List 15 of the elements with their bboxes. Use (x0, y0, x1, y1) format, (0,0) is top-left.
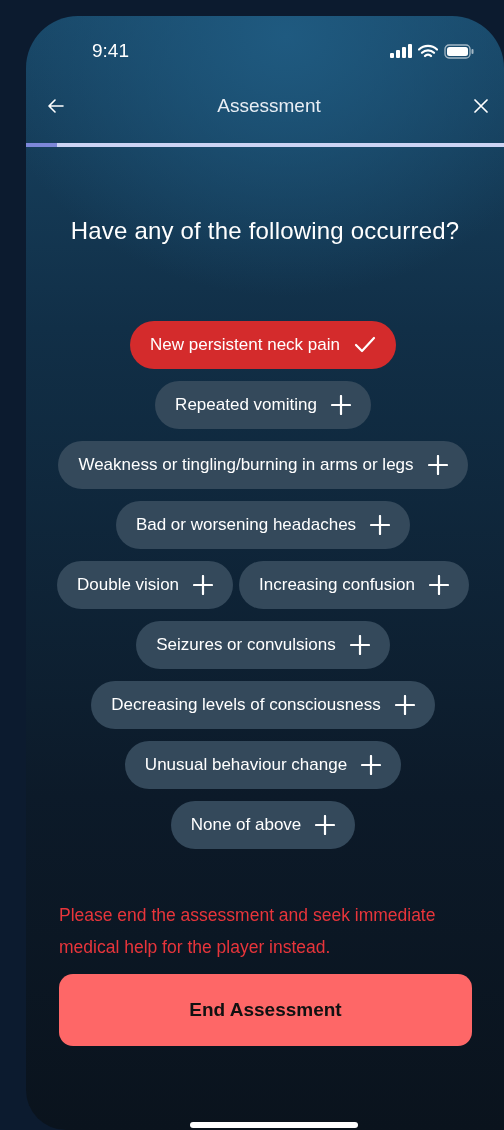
option-chip[interactable]: New persistent neck pain (130, 321, 396, 369)
screen-title: Assessment (217, 95, 321, 117)
option-chip[interactable]: Double vision (57, 561, 234, 609)
question-text: Have any of the following occurred? (69, 217, 461, 245)
option-chip[interactable]: None of above (170, 801, 356, 849)
option-chip[interactable]: Unusual behaviour change (124, 741, 402, 789)
option-chip[interactable]: Weakness or tingling/burning in arms or legs (58, 441, 468, 489)
option-chip[interactable]: Repeated vomiting (155, 381, 371, 429)
end-assessment-button[interactable]: End Assessment (59, 974, 472, 1046)
status-time: 9:41 (92, 40, 129, 62)
option-chip[interactable]: Increasing confusion (239, 561, 469, 609)
warning-text: Please end the assessment and seek immediate medical help for the player instead. (59, 904, 437, 959)
option-chip[interactable]: Bad or worsening headaches (115, 501, 411, 549)
option-chip[interactable]: Decreasing levels of consciousness (91, 681, 435, 729)
option-chip[interactable]: Seizures or convulsions (136, 621, 390, 669)
